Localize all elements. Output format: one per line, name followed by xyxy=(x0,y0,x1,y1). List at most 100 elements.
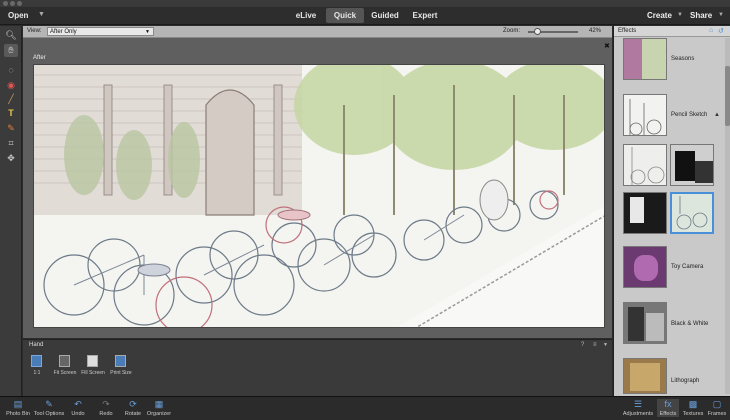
adjustments-button[interactable]: ☰ Adjustments xyxy=(620,399,656,417)
tab-expert[interactable]: Expert xyxy=(406,8,444,23)
pencil-sketch-variant-3[interactable] xyxy=(623,192,667,234)
tab-elive[interactable]: eLive xyxy=(288,8,324,23)
organizer-icon: ▦ xyxy=(154,399,164,409)
zoom-label: Zoom: xyxy=(503,28,521,34)
photo-bin-button[interactable]: ▤ Photo Bin xyxy=(4,399,32,417)
move-tool-icon[interactable]: ✥ xyxy=(4,152,18,165)
print-size-icon[interactable] xyxy=(115,355,126,367)
pencil-sketch-photo xyxy=(34,65,604,327)
pencil-sketch-variant-4-selected[interactable] xyxy=(670,192,714,234)
pencil-sketch-thumbnail[interactable] xyxy=(623,94,667,136)
toy-camera-thumbnail[interactable] xyxy=(623,246,667,288)
actual-pixels-icon[interactable] xyxy=(31,355,42,367)
menu-bar: Open ▼ eLive Quick Guided Expert Create … xyxy=(0,7,730,25)
variant-1-preview xyxy=(630,147,665,185)
tab-quick[interactable]: Quick xyxy=(326,8,364,23)
seasons-thumbnail[interactable] xyxy=(623,38,667,80)
effects-panel-title: Effects xyxy=(618,28,637,34)
view-label: View: xyxy=(27,28,42,34)
photo-bin-icon: ▤ xyxy=(13,399,23,409)
open-button[interactable]: Open xyxy=(8,11,28,20)
black-white-thumbnail[interactable] xyxy=(623,302,667,344)
black-white-label[interactable]: Black & White xyxy=(671,321,708,327)
frames-button[interactable]: ▢ Frames xyxy=(706,399,728,417)
refresh-icon[interactable]: ↺ xyxy=(718,27,724,35)
rotate-icon: ⟳ xyxy=(129,399,137,409)
zoom-window-icon[interactable] xyxy=(17,1,22,6)
crop-tool-icon[interactable]: ⌗ xyxy=(4,137,18,150)
toolbox: 🔍︎ ✋︎ ◌ ◉ ╱ T ✎ ⌗ ✥ xyxy=(0,26,22,396)
home-icon[interactable]: ⌂ xyxy=(709,27,713,34)
print-size-label[interactable]: Print Size xyxy=(107,370,135,376)
fill-screen-label[interactable]: Fill Screen xyxy=(79,370,107,376)
create-chevron-down-icon[interactable]: ▼ xyxy=(677,12,683,18)
toy-camera-label[interactable]: Toy Camera xyxy=(671,264,703,270)
chevron-down-icon: ▼ xyxy=(145,29,150,35)
spot-healing-tool-icon[interactable]: ✎ xyxy=(4,122,18,135)
zoom-tool-icon[interactable]: 🔍︎ xyxy=(4,29,18,42)
redo-label: Redo xyxy=(99,411,113,417)
rotate-label: Rotate xyxy=(124,411,142,417)
undo-icon: ↶ xyxy=(74,399,82,409)
tool-options-panel: Hand ? ≡ ▼ 1:1 Fit Screen Fill Screen Pr… xyxy=(23,339,612,396)
seasons-label[interactable]: Seasons xyxy=(671,56,694,62)
hand-tool-icon[interactable]: ✋︎ xyxy=(4,44,18,57)
effects-button[interactable]: fx Effects xyxy=(657,399,679,417)
rotate-button[interactable]: ⟳ Rotate xyxy=(122,399,144,417)
tab-guided[interactable]: Guided xyxy=(366,8,404,23)
effects-panel: Effects ⌂ ↺ Seasons Pencil Sketch ▲ Toy … xyxy=(613,26,730,396)
redo-button[interactable]: ↷ Redo xyxy=(96,399,116,417)
fill-screen-icon[interactable] xyxy=(87,355,98,367)
tool-name-label: Hand xyxy=(29,342,44,348)
panel-menu-icon[interactable]: ≡ xyxy=(593,342,597,348)
actual-pixels-label[interactable]: 1:1 xyxy=(23,370,51,376)
photo-canvas[interactable] xyxy=(33,64,605,328)
tool-options-label: Tool Options xyxy=(33,411,65,417)
canvas-area: View: After Only ▼ Zoom: 42% ✖ After xyxy=(23,26,612,338)
undo-button[interactable]: ↶ Undo xyxy=(68,399,88,417)
lithograph-thumbnail[interactable] xyxy=(623,358,667,394)
share-button[interactable]: Share xyxy=(690,11,712,20)
redo-icon: ↷ xyxy=(102,399,110,409)
frames-icon: ▢ xyxy=(712,399,722,409)
close-window-icon[interactable] xyxy=(3,1,8,6)
fit-screen-label[interactable]: Fit Screen xyxy=(51,370,79,376)
pencil-sketch-variant-1[interactable] xyxy=(623,144,667,186)
close-view-icon[interactable]: ✖ xyxy=(604,42,610,50)
collapse-chevron-up-icon[interactable]: ▲ xyxy=(714,112,720,118)
effects-scrollbar-thumb[interactable] xyxy=(725,66,730,126)
textures-icon: ▩ xyxy=(688,399,698,409)
adjustments-icon: ☰ xyxy=(633,399,643,409)
tool-options-button[interactable]: ✎ Tool Options xyxy=(32,399,66,417)
zoom-value: 42% xyxy=(589,28,602,34)
bottom-taskbar: ▤ Photo Bin ✎ Tool Options ↶ Undo ↷ Redo… xyxy=(0,396,730,420)
pencil-sketch-label[interactable]: Pencil Sketch xyxy=(671,112,707,118)
textures-button[interactable]: ▩ Textures xyxy=(680,399,706,417)
type-tool-icon[interactable]: T xyxy=(4,107,18,120)
organizer-label: Organizer xyxy=(146,411,172,417)
view-options-bar: View: After Only ▼ Zoom: 42% xyxy=(23,26,612,38)
fit-screen-icon[interactable] xyxy=(59,355,70,367)
undo-label: Undo xyxy=(71,411,85,417)
whiten-teeth-tool-icon[interactable]: ╱ xyxy=(4,93,18,106)
organizer-button[interactable]: ▦ Organizer xyxy=(146,399,172,417)
panel-chevron-down-icon[interactable]: ▼ xyxy=(603,342,608,348)
effects-icon: fx xyxy=(664,399,672,409)
lithograph-label[interactable]: Lithograph xyxy=(671,378,699,384)
red-eye-tool-icon[interactable]: ◉ xyxy=(4,79,18,92)
variant-4-preview xyxy=(676,196,708,230)
view-select[interactable]: After Only ▼ xyxy=(47,27,154,36)
help-icon[interactable]: ? xyxy=(581,342,584,348)
quick-selection-tool-icon[interactable]: ◌ xyxy=(4,64,18,77)
after-label: After xyxy=(33,55,46,61)
open-chevron-down-icon[interactable]: ▼ xyxy=(38,11,45,18)
pencil-sketch-variant-2[interactable] xyxy=(670,144,714,186)
pencil-sketch-preview xyxy=(629,99,662,135)
share-chevron-down-icon[interactable]: ▼ xyxy=(718,12,724,18)
tool-options-icon: ✎ xyxy=(45,399,53,409)
effects-panel-header: Effects ⌂ ↺ xyxy=(614,26,730,37)
minimize-window-icon[interactable] xyxy=(10,1,15,6)
frames-label: Frames xyxy=(707,411,727,417)
zoom-slider-handle[interactable] xyxy=(534,28,541,35)
create-button[interactable]: Create xyxy=(647,11,672,20)
